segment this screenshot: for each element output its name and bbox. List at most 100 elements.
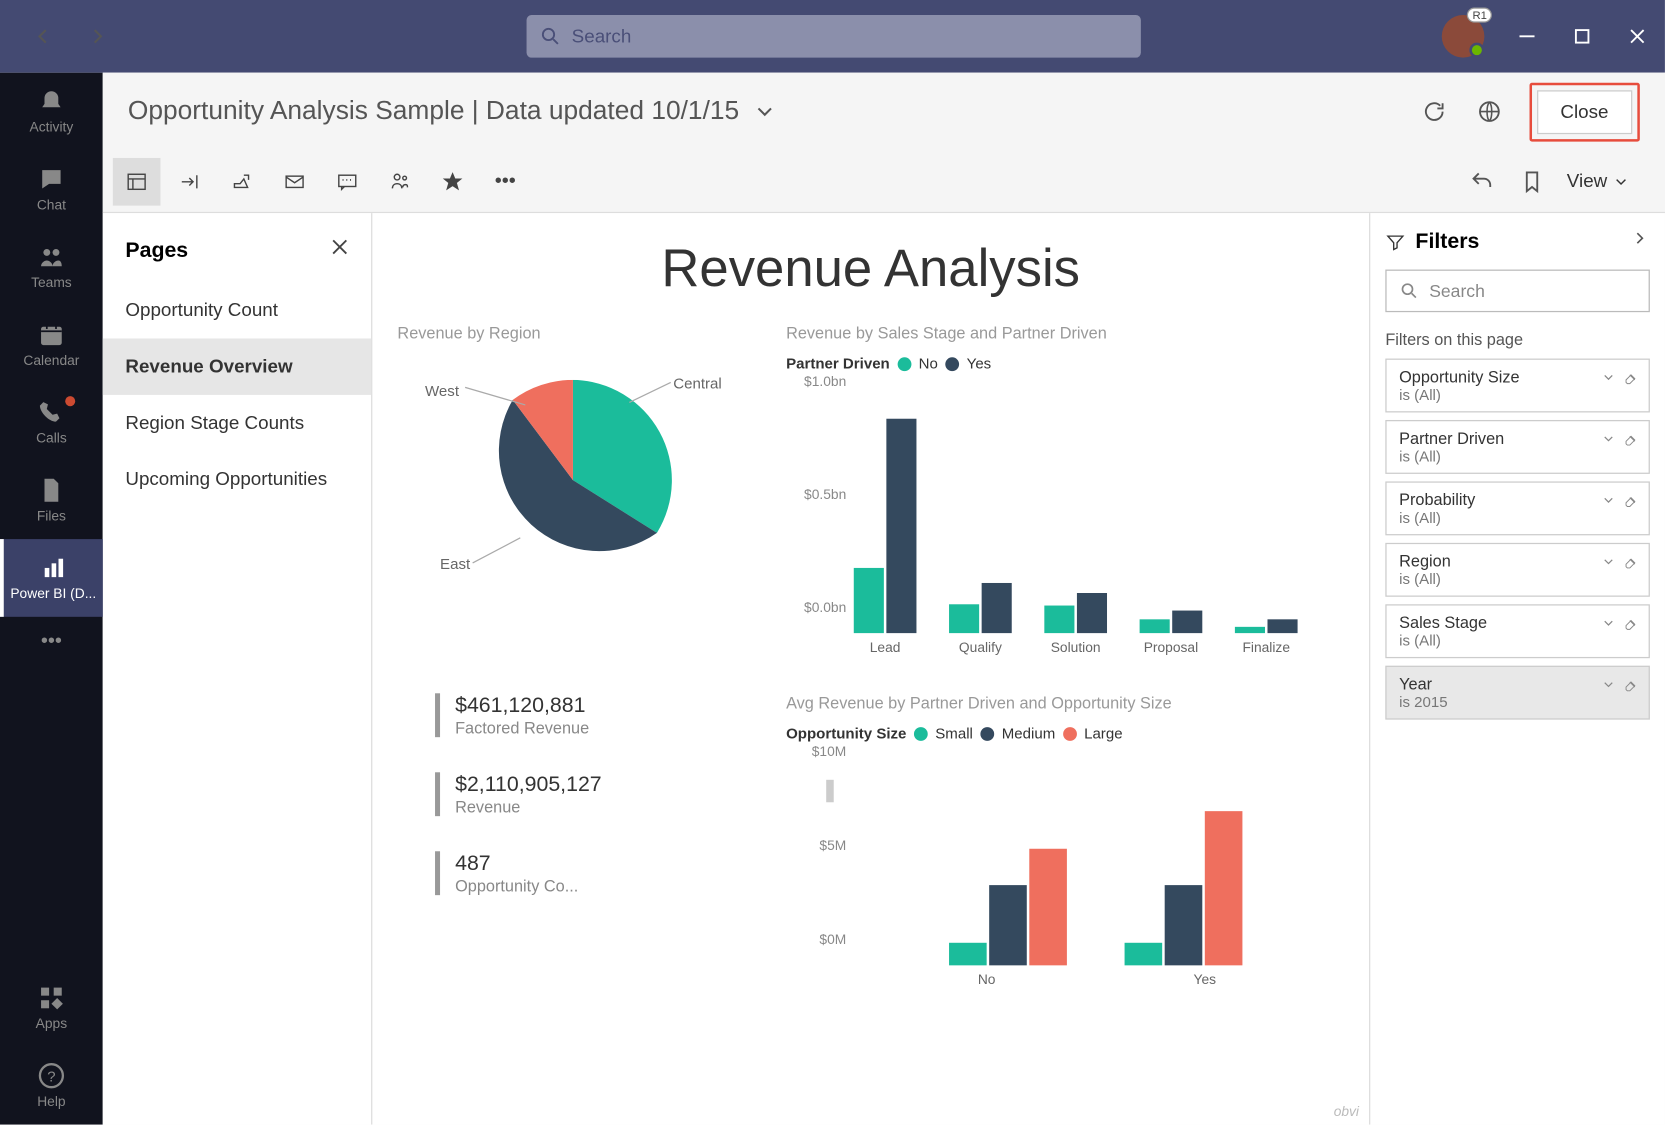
page-item[interactable]: Opportunity Count	[103, 282, 371, 338]
page-item[interactable]: Upcoming Opportunities	[103, 451, 371, 507]
filter-value: is (All)	[1399, 570, 1636, 588]
legend-item: Yes	[967, 355, 992, 373]
kpi-value: $461,120,881	[455, 693, 748, 718]
close-button[interactable]: Close	[1537, 90, 1633, 134]
search-icon	[539, 25, 562, 48]
filter-value: is (All)	[1399, 632, 1636, 650]
nav-back-button[interactable]	[28, 21, 58, 51]
legend-label: Partner Driven	[786, 355, 890, 373]
legend-item: Medium	[1002, 725, 1056, 743]
rail-files[interactable]: Files	[0, 461, 103, 539]
svg-text:?: ?	[47, 1068, 55, 1085]
chevron-down-icon	[1601, 554, 1616, 569]
rail-help[interactable]: ? Help	[0, 1047, 103, 1125]
window-minimize-button[interactable]	[1514, 24, 1539, 49]
chevron-down-icon	[1601, 493, 1616, 508]
global-search-input[interactable]: Search	[527, 15, 1141, 58]
kpi-card[interactable]: 487 Opportunity Co...	[435, 851, 748, 895]
legend-dot-icon	[914, 727, 928, 741]
chevron-down-icon	[752, 99, 777, 124]
filter-card[interactable]: Regionis (All)	[1385, 543, 1650, 597]
rail-more-button[interactable]: •••	[0, 617, 103, 667]
rail-label: Calendar	[23, 354, 79, 369]
subscribe-button[interactable]	[271, 157, 319, 205]
filter-card[interactable]: Opportunity Sizeis (All)	[1385, 359, 1650, 413]
pie-chart[interactable]: Revenue by Region Central West East	[397, 323, 748, 655]
kpi-card[interactable]: $2,110,905,127 Revenue	[435, 772, 748, 816]
filter-icon	[1385, 231, 1405, 251]
rail-powerbi[interactable]: Power BI (D...	[0, 539, 103, 617]
rail-label: Teams	[31, 276, 72, 291]
bar-chart-1[interactable]: Revenue by Sales Stage and Partner Drive…	[786, 323, 1338, 655]
legend-dot-icon	[1063, 727, 1077, 741]
eraser-icon	[1624, 370, 1639, 385]
pie-label-west: West	[425, 382, 459, 400]
pages-pane-toggle[interactable]	[113, 157, 161, 205]
filter-card[interactable]: Probabilityis (All)	[1385, 481, 1650, 535]
kpi-column: $461,120,881 Factored Revenue $2,110,905…	[397, 693, 748, 988]
filter-value: is 2015	[1399, 693, 1636, 711]
rail-calendar[interactable]: Calendar	[0, 306, 103, 384]
page-item[interactable]: Region Stage Counts	[103, 395, 371, 451]
filter-card[interactable]: Sales Stageis (All)	[1385, 604, 1650, 658]
view-label: View	[1567, 171, 1607, 192]
filters-expand-button[interactable]	[1630, 228, 1650, 254]
filters-pane: Filters Search Filters on this page Oppo…	[1369, 213, 1665, 1124]
rail-chat[interactable]: Chat	[0, 150, 103, 228]
filter-value: is (All)	[1399, 509, 1636, 527]
teams-share-button[interactable]	[376, 157, 424, 205]
pages-close-button[interactable]	[328, 236, 351, 265]
titlebar: Search R1	[0, 0, 1665, 73]
rail-calls[interactable]: Calls	[0, 384, 103, 462]
page-title: Revenue Analysis	[397, 238, 1344, 298]
rail-label: Chat	[37, 198, 66, 213]
filter-search-placeholder: Search	[1429, 281, 1485, 301]
nav-forward-button[interactable]	[83, 21, 113, 51]
window-maximize-button[interactable]	[1570, 24, 1595, 49]
bar-chart-2[interactable]: Avg Revenue by Partner Driven and Opport…	[786, 693, 1338, 988]
bookmark-button[interactable]	[1517, 166, 1547, 196]
legend-item: Small	[935, 725, 973, 743]
help-icon: ?	[38, 1062, 66, 1090]
favorite-button[interactable]	[429, 157, 477, 205]
chevron-down-icon	[1601, 370, 1616, 385]
filter-value: is (All)	[1399, 386, 1636, 404]
window-close-button[interactable]	[1625, 24, 1650, 49]
filter-section-label: Filters on this page	[1385, 330, 1650, 349]
page-item[interactable]: Revenue Overview	[103, 338, 371, 394]
share-button[interactable]	[218, 157, 266, 205]
viz-title: Revenue by Region	[397, 323, 748, 342]
refresh-button[interactable]	[1419, 97, 1449, 127]
kpi-card[interactable]: $461,120,881 Factored Revenue	[435, 693, 748, 737]
more-button[interactable]: •••	[481, 157, 529, 205]
apps-icon	[38, 984, 66, 1012]
chevron-down-icon	[1601, 677, 1616, 692]
eraser-icon	[1624, 554, 1639, 569]
filter-card[interactable]: Partner Drivenis (All)	[1385, 420, 1650, 474]
report-toolbar: ••• View	[103, 150, 1665, 213]
rail-activity[interactable]: Activity	[0, 73, 103, 151]
avatar[interactable]: R1	[1442, 15, 1485, 58]
rail-apps[interactable]: Apps	[0, 969, 103, 1047]
view-dropdown[interactable]: View	[1567, 171, 1630, 192]
breadcrumb-dropdown[interactable]	[749, 97, 779, 127]
filter-card[interactable]: Yearis 2015	[1385, 666, 1650, 720]
search-icon	[1399, 281, 1419, 301]
pages-title: Pages	[125, 238, 188, 263]
export-button[interactable]	[165, 157, 213, 205]
rail-teams[interactable]: Teams	[0, 228, 103, 306]
kpi-label: Factored Revenue	[455, 718, 643, 737]
filter-search-input[interactable]: Search	[1385, 270, 1650, 313]
export-icon	[178, 170, 201, 193]
legend-dot-icon	[897, 357, 911, 371]
web-button[interactable]	[1474, 97, 1504, 127]
report-canvas: Revenue Analysis Revenue by Region	[372, 213, 1369, 1124]
comment-button[interactable]	[323, 157, 371, 205]
reset-button[interactable]	[1467, 166, 1497, 196]
eraser-icon	[1624, 677, 1639, 692]
rail-label: Apps	[36, 1017, 67, 1032]
ellipsis-icon: •••	[495, 170, 516, 193]
bar-chart-body: $0.0bn$0.5bn$1.0bn	[786, 382, 1338, 633]
panel-icon	[125, 170, 148, 193]
watermark: obvi	[1334, 1105, 1359, 1120]
